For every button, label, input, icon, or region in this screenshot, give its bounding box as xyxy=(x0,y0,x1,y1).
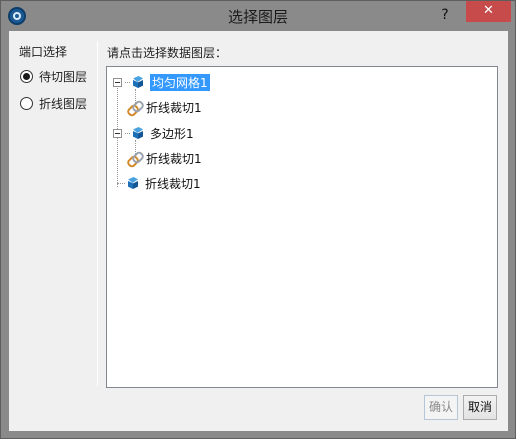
help-button[interactable]: ? xyxy=(435,5,455,25)
tree-node-label: 均匀网格1 xyxy=(150,73,210,91)
cube-layer-icon xyxy=(132,127,144,139)
port-select-label: 端口选择 xyxy=(19,45,68,59)
tree-node-polyline-clip[interactable]: 折线裁切1 xyxy=(127,98,202,116)
tree-node-label: 折线裁切1 xyxy=(146,100,202,115)
link-icon xyxy=(127,100,141,114)
tree-node-label: 折线裁切1 xyxy=(146,151,202,166)
radio-option-target-layer[interactable]: 待切图层 xyxy=(20,67,87,85)
layer-tree[interactable]: 均匀网格1 折线裁切1 多边形1 折线裁切1 折线裁切1 xyxy=(106,66,498,388)
tree-node-label: 多边形1 xyxy=(150,126,194,141)
cancel-button[interactable]: 取消 xyxy=(463,395,497,420)
radio-unchecked-icon[interactable] xyxy=(20,96,33,110)
ok-button[interactable]: 确认 xyxy=(424,395,458,420)
title-bar[interactable]: 选择图层 ? ✕ xyxy=(1,1,515,31)
radio-label: 折线图层 xyxy=(39,96,88,111)
cube-layer-icon xyxy=(132,76,144,88)
radio-option-polyline-layer[interactable]: 折线图层 xyxy=(20,94,87,112)
tree-node-polygon[interactable]: 多边形1 xyxy=(113,124,194,142)
link-icon xyxy=(127,151,141,165)
tree-node-polyline-clip[interactable]: 折线裁切1 xyxy=(127,149,202,167)
tree-node-polyline-clip-root[interactable]: 折线裁切1 xyxy=(117,174,201,192)
tree-node-label: 折线裁切1 xyxy=(145,176,201,191)
radio-label: 待切图层 xyxy=(39,69,88,84)
tree-node-grid[interactable]: 均匀网格1 xyxy=(113,73,210,91)
radio-checked-icon[interactable] xyxy=(20,69,33,83)
dialog-window: 选择图层 ? ✕ 端口选择 待切图层 折线图层 请点击选择数据图层： 均匀网格1 xyxy=(0,0,516,439)
layer-prompt-label: 请点击选择数据图层： xyxy=(107,46,228,60)
cube-layer-icon xyxy=(127,177,139,189)
collapse-toggle-icon[interactable] xyxy=(113,128,122,138)
collapse-toggle-icon[interactable] xyxy=(113,77,122,87)
vertical-divider xyxy=(97,41,98,386)
close-button[interactable]: ✕ xyxy=(466,1,511,22)
dialog-client-area: 端口选择 待切图层 折线图层 请点击选择数据图层： 均匀网格1 折线裁切1 多边… xyxy=(9,31,508,431)
